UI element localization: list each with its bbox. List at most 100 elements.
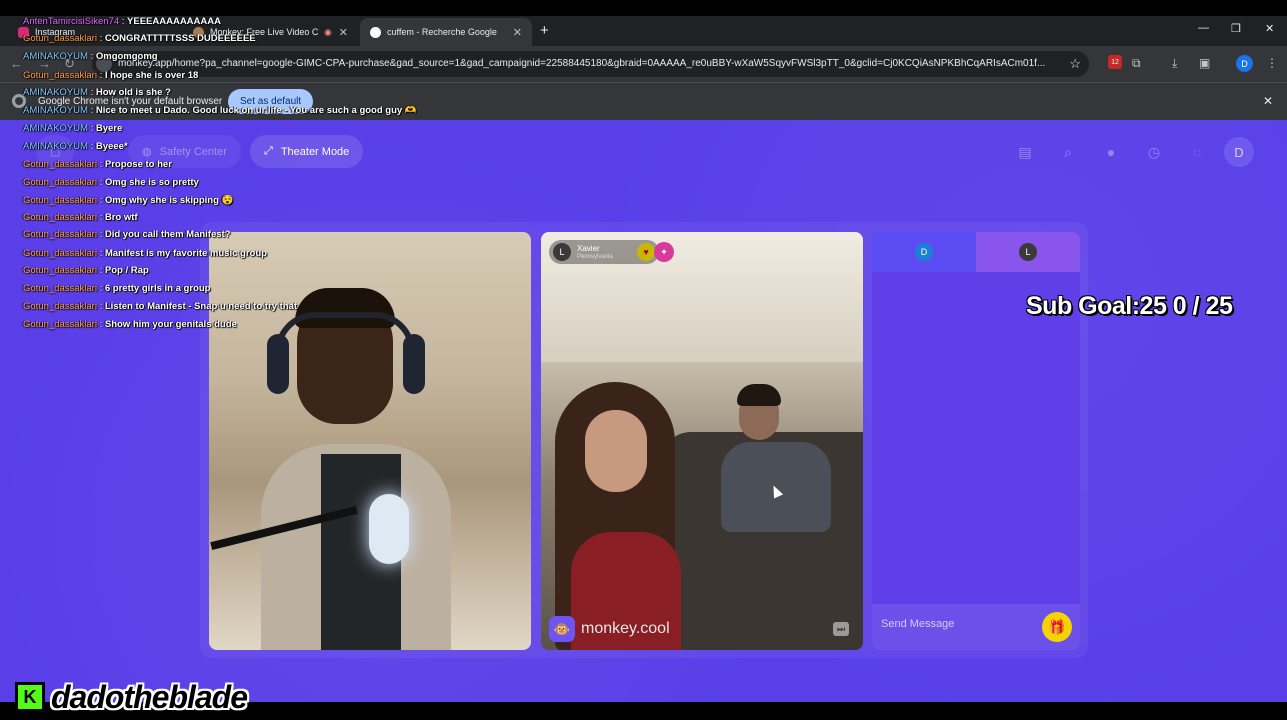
top-nav: ▢ ◍ Safety Center ⤢ Theater Mode ▤ ⌕ ● ◷… (0, 120, 1287, 182)
chat-username: Gotun_dassaklari (23, 283, 97, 294)
tab-label: cuffem - Recherche Google (387, 27, 497, 37)
chat-line: Gotun_dassaklari : Listen to Manifest - … (23, 301, 297, 312)
chat-username: AntenTamircisiSiken74 (23, 16, 120, 27)
chat-separator: : (96, 301, 105, 312)
chat-separator: : (96, 229, 105, 240)
address-bar[interactable]: monkey.app/home?pa_channel=google-GIMC-C… (92, 51, 1089, 77)
chat-message: Pop / Rap (104, 265, 149, 276)
kick-logo-icon: K (15, 682, 45, 712)
chat-separator: : (119, 16, 128, 27)
extension-badge[interactable]: 12 (1108, 55, 1122, 69)
chat-username: Gotun_dassaklari (23, 212, 97, 223)
chat-separator: : (87, 51, 96, 62)
streamer-name: dadotheblade (51, 678, 248, 715)
close-icon[interactable]: ✕ (339, 26, 348, 39)
chat-separator: : (96, 265, 105, 276)
chat-header: D L (872, 232, 1080, 272)
close-icon[interactable]: ✕ (513, 26, 522, 39)
chat-separator: : (96, 70, 105, 81)
tab-google[interactable]: cuffem - Recherche Google ✕ (360, 18, 532, 46)
chat-separator: : (87, 87, 96, 98)
chat-message: Listen to Manifest - Snap u need to try … (104, 301, 297, 312)
search-icon[interactable]: ⌕ (1053, 137, 1083, 167)
headphone-right (403, 334, 425, 394)
history-icon[interactable]: ◷ (1139, 137, 1169, 167)
chat-input-bar: Send Message 🎁 (872, 604, 1080, 650)
screenshot-root: Instagram Monkey: Free Live Video Ch ◉ ✕… (0, 0, 1287, 720)
chat-line: AntenTamircisiSiken74 : YEEEAAAAAAAAAA (23, 16, 221, 27)
chat-tab-self[interactable]: D (872, 232, 976, 272)
bookmark-star-icon[interactable]: ☆ (1069, 56, 1081, 72)
remote-user-chip[interactable]: L Xavier Pennsylvania ♥ (549, 240, 659, 264)
local-video (209, 232, 531, 650)
chat-message: How old is she ? (95, 87, 171, 98)
side-panel-icon[interactable]: ▣ (1199, 56, 1210, 70)
menu-icon[interactable]: ⋮ (1266, 56, 1278, 70)
chat-username: Gotun_dassaklari (23, 195, 97, 206)
chat-line: Gotun_dassaklari : I hope she is over 18 (23, 70, 198, 81)
url-text[interactable]: monkey.app/home?pa_channel=google-GIMC-C… (118, 58, 1058, 69)
chat-line: Gotun_dassaklari : Omg she is so pretty (23, 177, 199, 188)
window-close-icon[interactable]: ✕ (1265, 22, 1274, 35)
restore-icon[interactable]: ❐ (1231, 22, 1241, 35)
shield-icon: ◍ (142, 146, 152, 158)
brand-text: monkey.cool (581, 620, 670, 637)
monkey-watermark: 🐵 monkey.cool (549, 616, 670, 642)
minimize-icon[interactable]: — (1198, 22, 1209, 34)
partner-avatar: L (1019, 243, 1037, 261)
chat-line: AMINAKOYUM : Nice to meet u Dado. Good l… (23, 105, 417, 116)
chat-separator: : (96, 319, 105, 330)
chat-message: 6 pretty girls in a group (104, 283, 211, 294)
skip-icon[interactable]: ⏭ (833, 622, 849, 636)
chat-line: Gotun_dassaklari : Did you call them Man… (23, 229, 231, 240)
close-icon[interactable]: ✕ (1263, 94, 1273, 108)
chat-username: Gotun_dassaklari (23, 33, 97, 44)
chat-message: Byere (95, 123, 123, 134)
chat-message: Propose to her (104, 159, 172, 170)
safety-center-label: Safety Center (159, 145, 227, 158)
chat-message: Omg she is so pretty (104, 177, 199, 188)
chat-message: Bro wtf (104, 212, 138, 223)
chat-line: Gotun_dassaklari : Pop / Rap (23, 265, 149, 276)
chat-separator: : (87, 123, 96, 134)
chat-line: Gotun_dassaklari : Show him your genital… (23, 319, 237, 330)
chat-tab-partner[interactable]: L (976, 232, 1080, 272)
user-avatar[interactable]: D (1224, 137, 1254, 167)
chat-separator: : (96, 195, 105, 206)
chat-message: Byeee* (95, 141, 128, 152)
back-icon[interactable]: ← (10, 56, 23, 71)
chat-message: Show him your genitals dude (104, 319, 237, 330)
gift-icon[interactable]: 🎁 (1042, 612, 1072, 642)
send-message-input[interactable]: Send Message (881, 618, 954, 630)
chat-line: Gotun_dassaklari : Propose to her (23, 159, 172, 170)
theater-mode-button[interactable]: ⤢ Theater Mode (250, 135, 364, 168)
monkey-logo-icon: 🐵 (549, 616, 575, 642)
chat-separator: : (87, 141, 96, 152)
profile-avatar[interactable]: D (1236, 55, 1253, 72)
download-icon[interactable]: ⤓ (1172, 56, 1177, 71)
chat-username: Gotun_dassaklari (23, 229, 97, 240)
chat-message: Omgomgomg (95, 51, 158, 62)
expand-icon: ⤢ (264, 145, 273, 157)
chat-username: Gotun_dassaklari (23, 265, 97, 276)
streamer-figure (261, 288, 451, 650)
new-tab-button[interactable]: + (540, 22, 549, 39)
chat-username: AMINAKOYUM (23, 141, 88, 152)
chat-message: YEEEAAAAAAAAAA (127, 16, 221, 27)
extensions-icon[interactable]: ⧉ (1132, 56, 1141, 71)
microphone-icon (369, 494, 409, 564)
chat-line: AMINAKOYUM : Omgomgomg (23, 51, 158, 62)
store-icon[interactable]: ▤ (1010, 137, 1040, 167)
coin-icon[interactable]: ● (1096, 137, 1126, 167)
heart-icon[interactable]: ♥ (637, 243, 655, 261)
chat-line: Gotun_dassaklari : Manifest is my favori… (23, 248, 267, 259)
chat-separator: : (96, 177, 105, 188)
sub-goal-overlay: Sub Goal:25 0 / 25 (1026, 292, 1233, 320)
chat-line: AMINAKOYUM : Byere (23, 123, 122, 134)
self-avatar: D (915, 243, 933, 261)
chat-separator: : (96, 248, 105, 259)
theater-mode-label: Theater Mode (280, 145, 350, 158)
messages-icon[interactable]: ◌ (1182, 137, 1212, 167)
chat-username: Gotun_dassaklari (23, 319, 97, 330)
gift-badge-icon[interactable]: ✦ (654, 242, 674, 262)
